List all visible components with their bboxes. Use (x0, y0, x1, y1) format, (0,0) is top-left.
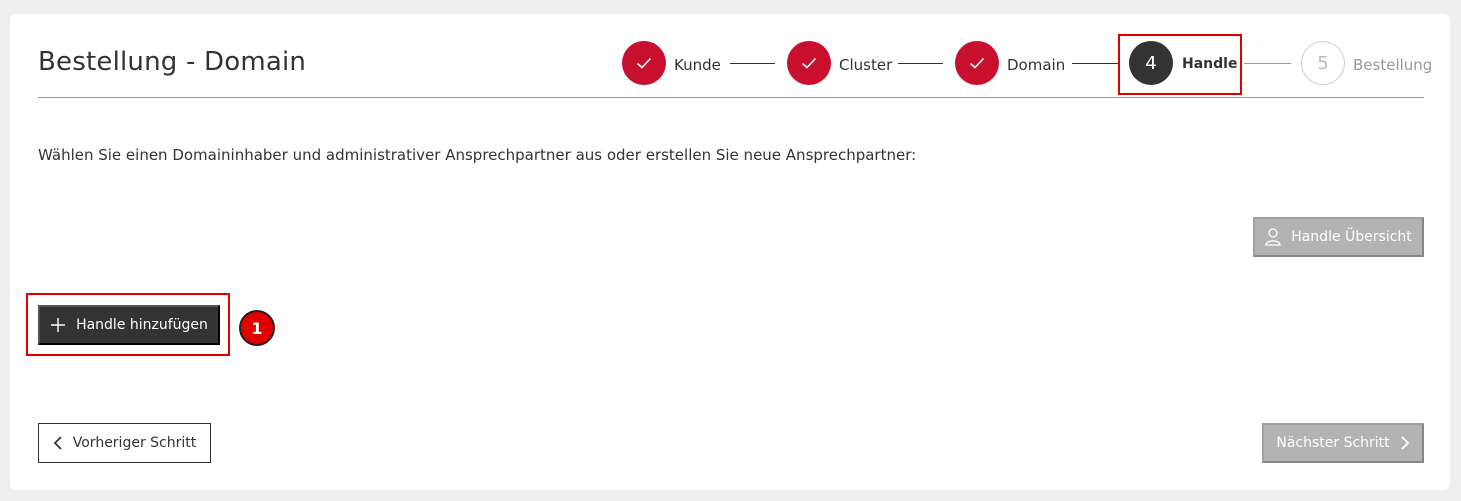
add-handle-button[interactable]: Handle hinzufügen (38, 305, 220, 345)
step-connector (1072, 63, 1118, 64)
handle-overview-button[interactable]: Handle Übersicht (1253, 217, 1424, 257)
step-1-circle[interactable] (622, 41, 666, 85)
check-icon (636, 57, 652, 69)
check-icon (969, 57, 985, 69)
step-1-label: Kunde (674, 56, 721, 74)
step-connector (1244, 63, 1291, 64)
step-2-label: Cluster (839, 56, 893, 74)
active-step-highlight (1118, 34, 1242, 95)
step-2-circle[interactable] (787, 41, 831, 85)
step-3-label: Domain (1007, 56, 1066, 74)
check-icon (801, 57, 817, 69)
header-divider (38, 97, 1424, 98)
step-5-circle: 5 (1301, 41, 1345, 85)
plus-icon (51, 318, 66, 332)
previous-step-button[interactable]: Vorheriger Schritt (38, 423, 211, 463)
previous-step-label: Vorheriger Schritt (72, 435, 197, 451)
next-step-label: Nächster Schritt (1276, 435, 1390, 451)
chevron-left-icon (53, 436, 62, 450)
order-card: Bestellung - Domain Kunde Cluster Domain… (10, 14, 1450, 490)
step-connector (730, 63, 775, 64)
user-icon (1265, 228, 1281, 246)
step-3-circle[interactable] (955, 41, 999, 85)
add-handle-label: Handle hinzufügen (76, 317, 208, 333)
step-5-label: Bestellung (1353, 56, 1433, 74)
chevron-right-icon (1401, 436, 1409, 450)
handle-overview-label: Handle Übersicht (1291, 229, 1412, 245)
step-connector (898, 63, 943, 64)
next-step-button[interactable]: Nächster Schritt (1262, 423, 1424, 463)
annotation-badge: 1 (239, 310, 275, 346)
intro-text: Wählen Sie einen Domaininhaber und admin… (38, 146, 917, 164)
